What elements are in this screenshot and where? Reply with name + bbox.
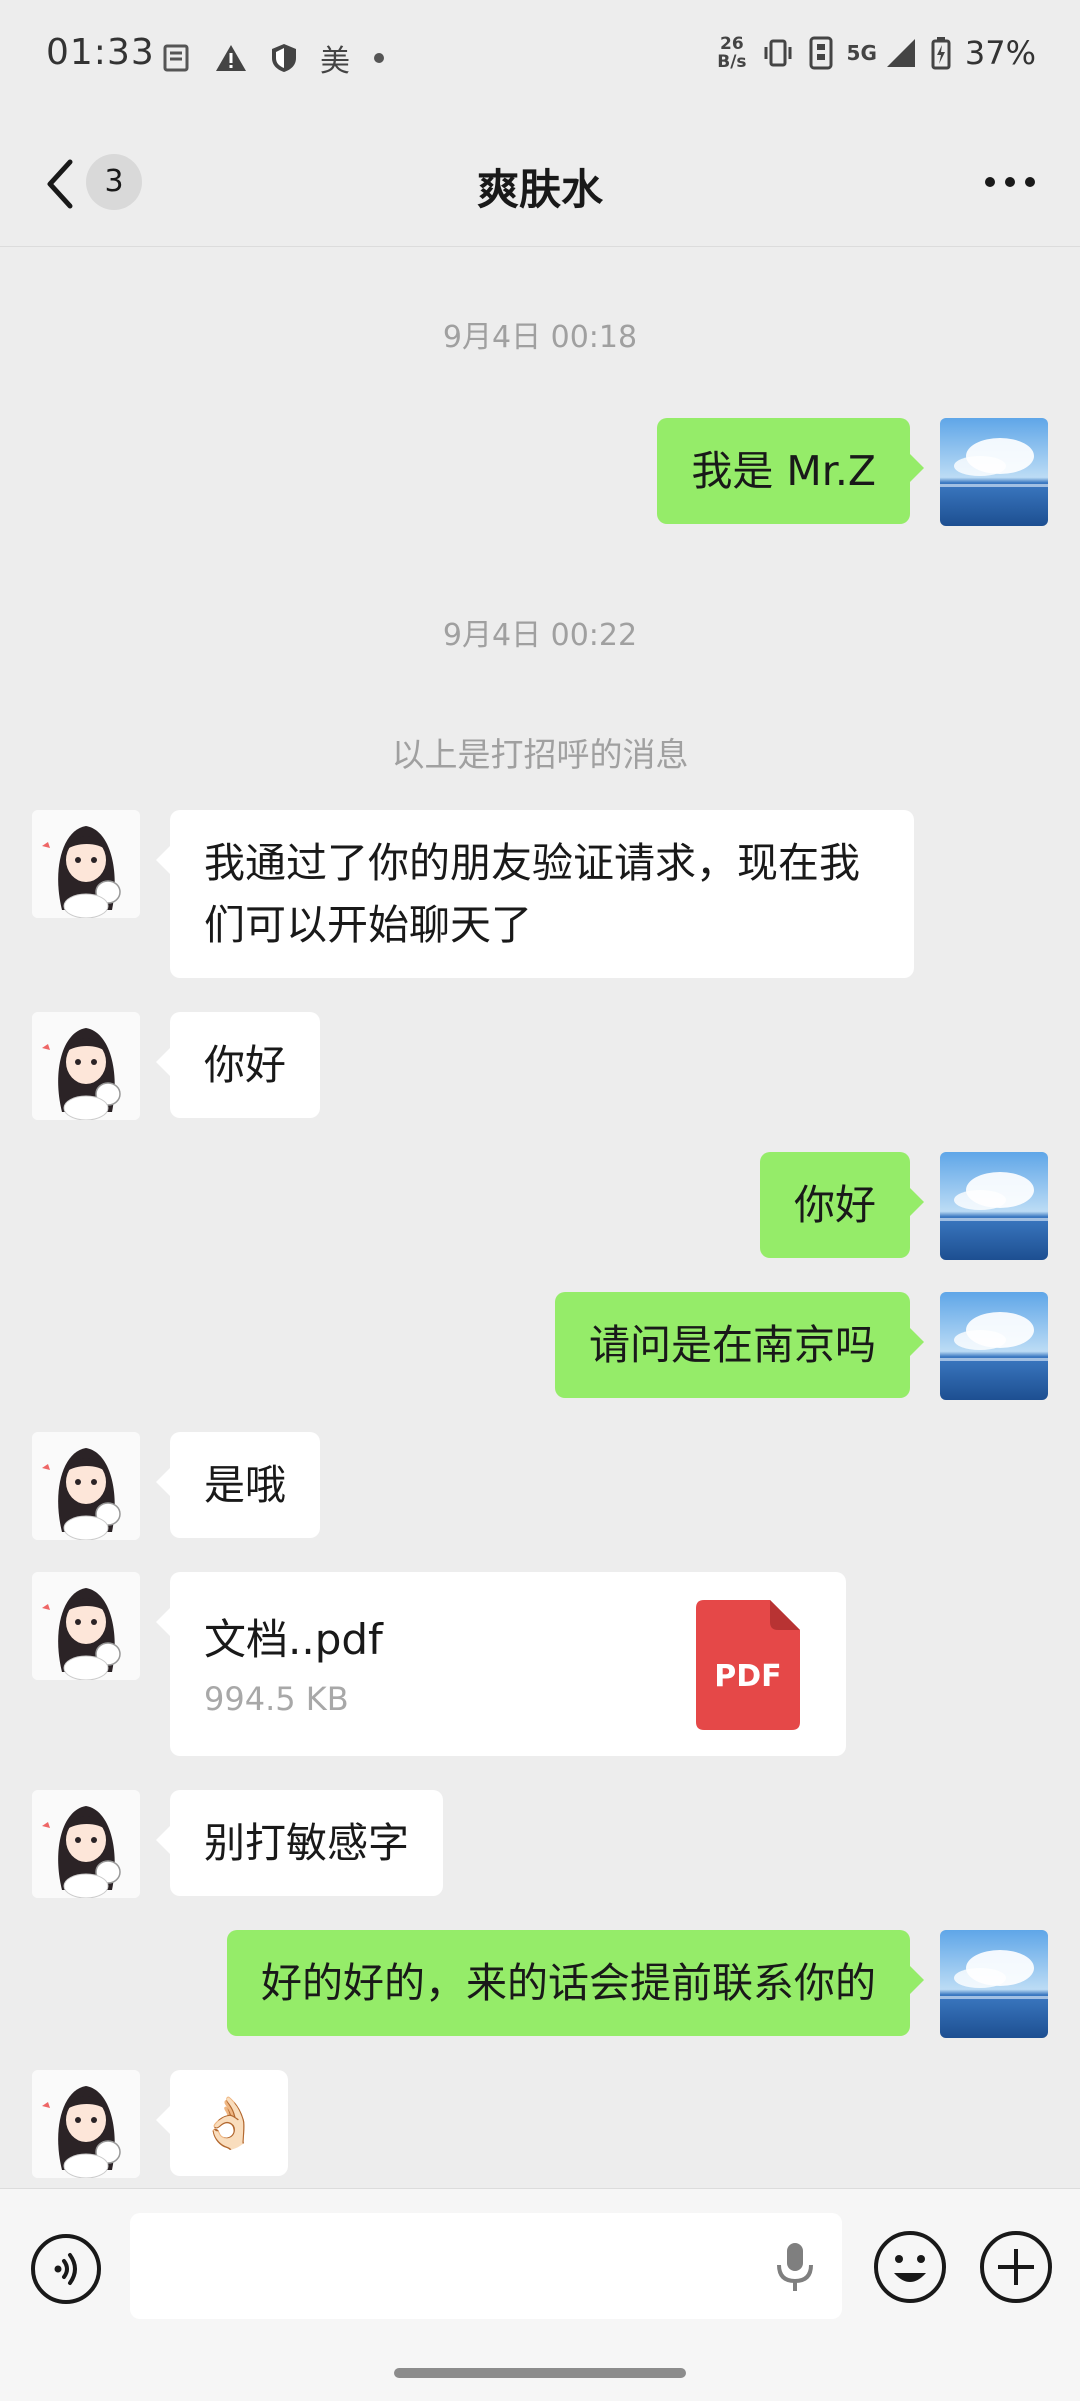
home-indicator[interactable] (394, 2368, 686, 2378)
my-avatar[interactable] (940, 418, 1048, 526)
outgoing-message-bubble[interactable]: 请问是在南京吗 (555, 1292, 924, 1398)
status-right-icons: 26 B/s 5G 37% (717, 34, 1036, 72)
incoming-message-bubble[interactable]: 是哦 (156, 1432, 320, 1538)
message-input[interactable] (130, 2213, 842, 2319)
status-bar: 01:33 美 26 B/s 5G 37% (0, 0, 1080, 110)
more-options-button[interactable] (980, 166, 1040, 198)
notification-doc-icon (162, 43, 192, 73)
file-message-card[interactable]: 文档..pdf 994.5 KB PDF (156, 1572, 846, 1756)
more-dots-icon (985, 177, 1035, 187)
shield-icon (270, 42, 298, 74)
emoji-button[interactable] (872, 2229, 948, 2305)
plus-icon (980, 2231, 1052, 2303)
incoming-emoji-bubble[interactable]: 👌🏻 (155, 2070, 289, 2176)
outgoing-message-bubble[interactable]: 你好 (760, 1152, 924, 1258)
chat-header: 3 爽肤水 (0, 120, 1080, 247)
contact-avatar[interactable] (32, 1012, 140, 1120)
battery-icon (931, 36, 951, 70)
smiley-icon (874, 2231, 946, 2303)
vibrate-icon (761, 38, 795, 68)
voice-to-text-button[interactable] (770, 2239, 820, 2295)
outgoing-message-bubble[interactable]: 我是 Mr.Z (657, 418, 924, 524)
net-speed: 26 B/s (717, 34, 747, 72)
dot-icon (372, 51, 386, 65)
signal-icon (885, 37, 917, 69)
contact-avatar[interactable] (32, 1432, 140, 1540)
pdf-icon-label: PDF (714, 1659, 781, 1694)
pdf-file-icon: PDF (696, 1600, 800, 1730)
network-type: 5G (846, 41, 877, 65)
system-message: 以上是打招呼的消息 (391, 735, 689, 774)
chat-title: 爽肤水 (476, 165, 603, 214)
timestamp: 9月4日 00:18 (442, 320, 638, 355)
warning-icon (214, 43, 248, 73)
my-avatar[interactable] (940, 1292, 1048, 1400)
battery-level: 37% (964, 34, 1036, 72)
incoming-message-bubble[interactable]: 你好 (156, 1012, 320, 1118)
contact-avatar[interactable] (32, 1572, 140, 1680)
outgoing-message-bubble[interactable]: 好的好的，来的话会提前联系你的 (227, 1930, 924, 2036)
contact-avatar[interactable] (32, 2070, 140, 2178)
file-size: 994.5 KB (204, 1680, 349, 1718)
microphone-icon (777, 2243, 813, 2291)
file-name: 文档..pdf (204, 1615, 383, 1664)
incoming-message-bubble[interactable]: 别打敏感字 (156, 1790, 443, 1896)
my-avatar[interactable] (940, 1152, 1048, 1260)
timestamp: 9月4日 00:22 (442, 618, 638, 653)
incoming-message-bubble[interactable]: 我通过了你的朋友验证请求，现在我们可以开始聊天了 (156, 810, 914, 978)
contact-avatar[interactable] (32, 1790, 140, 1898)
carrier-tag: 美 (320, 44, 350, 79)
voice-icon (31, 2234, 101, 2304)
voice-mode-button[interactable] (30, 2233, 102, 2305)
contact-avatar[interactable] (32, 810, 140, 918)
my-avatar[interactable] (940, 1930, 1048, 2038)
status-left-icons: 美 (162, 36, 386, 80)
more-functions-button[interactable] (978, 2229, 1054, 2305)
sim-icon (809, 36, 833, 70)
status-time: 01:33 (46, 32, 155, 73)
